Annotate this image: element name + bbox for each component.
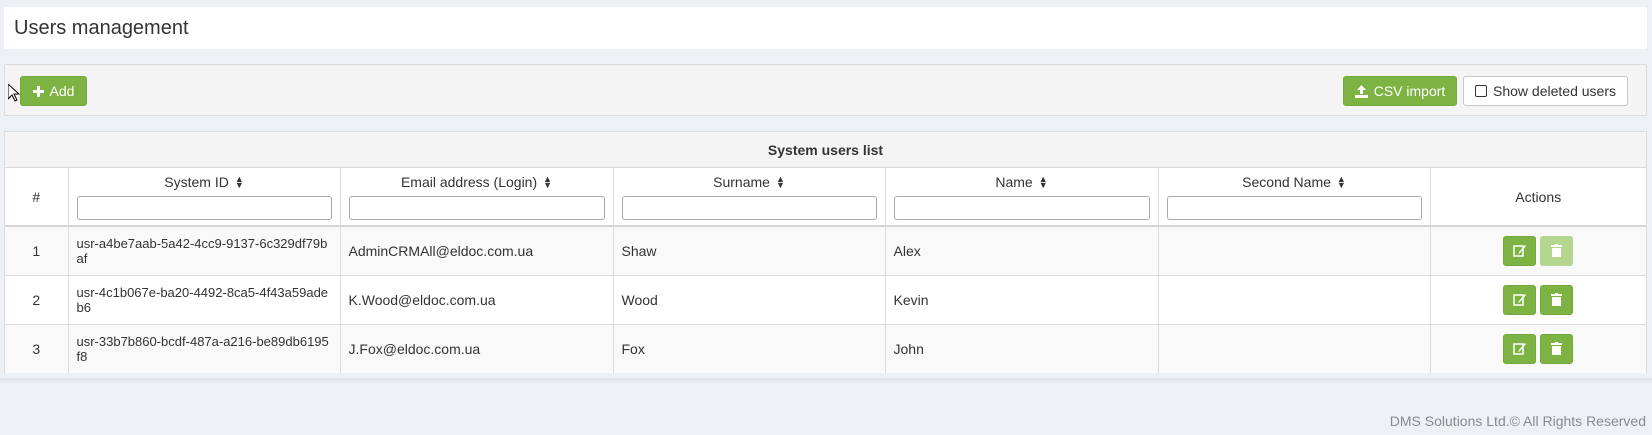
edit-button[interactable] [1503, 333, 1537, 364]
email-cell: AdminCRMAll@eldoc.com.ua [340, 226, 614, 276]
column-header-system-id: System ID ▲ ▼ [68, 168, 341, 227]
edit-button[interactable] [1503, 284, 1537, 315]
second-name-cell [1158, 275, 1431, 325]
second-name-cell [1158, 226, 1431, 276]
plus-icon [32, 85, 44, 97]
surname-cell: Fox [613, 324, 886, 373]
name-cell: Alex [885, 226, 1159, 276]
add-button-label: Add [49, 83, 75, 99]
row-number: 1 [5, 226, 69, 276]
page: Users management Add CSV import Show del… [0, 0, 1652, 435]
trash-icon [1551, 342, 1563, 356]
delete-button[interactable] [1540, 235, 1574, 266]
add-button[interactable]: Add [20, 76, 87, 106]
surname-cell: Shaw [613, 226, 886, 276]
second-name-label: Second Name [1242, 173, 1331, 190]
table-row: 1 usr-a4be7aab-5a42-4cc9-9137-6c329df79b… [5, 226, 1646, 276]
surname-cell: Wood [613, 275, 886, 325]
actions-cell [1430, 226, 1646, 276]
actions-cell [1430, 324, 1646, 373]
page-title: Users management [14, 17, 189, 39]
column-header-surname: Surname ▲ ▼ [613, 168, 886, 227]
sort-icon[interactable]: ▲ ▼ [1337, 174, 1346, 189]
show-deleted-label: Show deleted users [1493, 83, 1616, 99]
row-number: 2 [5, 275, 69, 325]
system-id-cell: usr-4c1b067e-ba20-4492-8ca5-4f43a59adeb6 [68, 275, 341, 325]
column-header-num: # [5, 168, 69, 227]
second-name-cell [1158, 324, 1431, 373]
system-id-label: System ID [164, 173, 229, 190]
sort-icon[interactable]: ▲ ▼ [776, 174, 785, 189]
trash-icon [1551, 244, 1563, 258]
second-name-filter-input[interactable] [1166, 195, 1422, 220]
column-header-name: Name ▲ ▼ [885, 168, 1159, 227]
row-number: 3 [5, 324, 69, 373]
name-sort[interactable]: Name ▲ ▼ [894, 174, 1150, 190]
name-label: Name [995, 173, 1033, 190]
table-caption: System users list [5, 132, 1646, 168]
footer-copyright: DMS Solutions Ltd.© All Rights Reserved [1389, 413, 1646, 429]
users-table: # System ID ▲ ▼ Email address (Login) ▲ ▼ [5, 168, 1646, 373]
email-filter-input[interactable] [348, 195, 605, 220]
trash-icon [1551, 293, 1563, 306]
table-header-row: # System ID ▲ ▼ Email address (Login) ▲ ▼ [5, 168, 1646, 227]
email-cell: K.Wood@eldoc.com.ua [340, 275, 614, 325]
second-name-sort[interactable]: Second Name ▲ ▼ [1167, 174, 1422, 190]
edit-icon [1513, 245, 1527, 257]
edit-icon [1513, 343, 1527, 355]
column-header-second-name: Second Name ▲ ▼ [1158, 168, 1431, 227]
surname-label: Surname [713, 173, 770, 190]
name-cell: Kevin [885, 275, 1159, 325]
table-row: 2 usr-4c1b067e-ba20-4492-8ca5-4f43a59ade… [5, 275, 1646, 325]
edit-button[interactable] [1503, 235, 1537, 266]
surname-sort[interactable]: Surname ▲ ▼ [622, 174, 877, 190]
toolbar: Add CSV import Show deleted users [4, 64, 1647, 116]
show-deleted-checkbox[interactable] [1475, 85, 1488, 97]
page-header: Users management [4, 7, 1647, 49]
system-id-cell: usr-a4be7aab-5a42-4cc9-9137-6c329df79baf [68, 226, 341, 276]
delete-button[interactable] [1540, 333, 1574, 364]
sort-icon[interactable]: ▲ ▼ [543, 174, 552, 189]
csv-import-button[interactable]: CSV import [1343, 76, 1457, 106]
system-id-filter-input[interactable] [76, 195, 332, 220]
system-id-sort[interactable]: System ID ▲ ▼ [77, 174, 332, 190]
csv-import-label: CSV import [1373, 83, 1446, 99]
name-filter-input[interactable] [893, 195, 1150, 220]
column-header-actions: Actions [1430, 168, 1646, 227]
footer-divider [0, 378, 1652, 384]
column-header-email: Email address (Login) ▲ ▼ [340, 168, 614, 227]
table-row: 3 usr-33b7b860-bcdf-487a-a216-be89db6195… [5, 324, 1646, 373]
column-num-label: # [32, 188, 41, 205]
show-deleted-users-toggle[interactable]: Show deleted users [1463, 76, 1628, 106]
email-label: Email address (Login) [400, 173, 538, 190]
mouse-cursor-icon [8, 84, 20, 102]
actions-cell [1430, 275, 1646, 325]
users-table-panel: System users list # System ID ▲ ▼ Email … [4, 131, 1647, 373]
sort-icon[interactable]: ▲ ▼ [235, 174, 244, 189]
email-sort[interactable]: Email address (Login) ▲ ▼ [349, 174, 605, 190]
sort-icon[interactable]: ▲ ▼ [1039, 174, 1048, 189]
delete-button[interactable] [1540, 284, 1574, 315]
actions-label: Actions [1515, 188, 1562, 205]
name-cell: John [885, 324, 1159, 373]
surname-filter-input[interactable] [621, 195, 877, 220]
email-cell: J.Fox@eldoc.com.ua [340, 324, 614, 373]
system-id-cell: usr-33b7b860-bcdf-487a-a216-be89db6195f8 [68, 324, 341, 373]
upload-icon [1354, 84, 1368, 98]
edit-icon [1513, 294, 1527, 306]
